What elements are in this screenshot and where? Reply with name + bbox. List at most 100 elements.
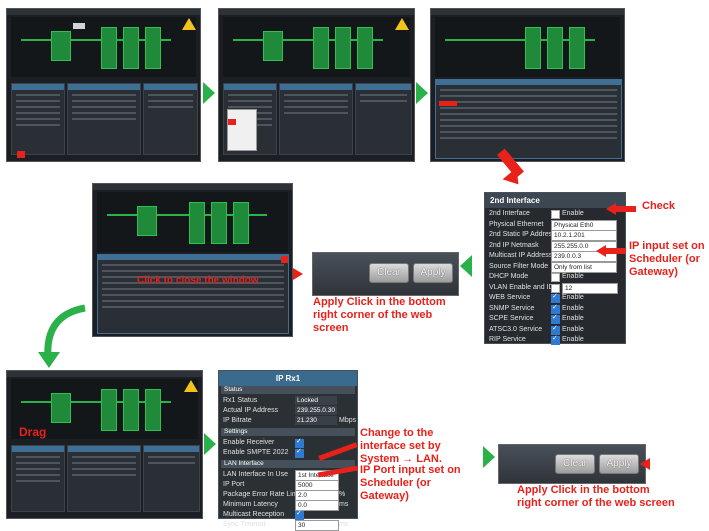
- setting-label: Minimum Latency: [223, 501, 278, 508]
- change-interface-annotation: Change to the interface set by System → …: [360, 427, 442, 465]
- setting-label: ATSC3.0 Service: [489, 325, 543, 333]
- red-arrow-icon: [293, 268, 303, 280]
- curved-arrow-icon: [38, 304, 86, 368]
- arrow-right-icon: [416, 82, 428, 104]
- section-header: Settings: [221, 428, 355, 436]
- text-field[interactable]: 30: [295, 520, 339, 531]
- unit-label: ms: [339, 521, 349, 528]
- highlight-marker: [439, 101, 457, 106]
- setting-row: RIP Service Enable: [489, 334, 621, 346]
- setting-label: WEB Service: [489, 294, 531, 301]
- clear-button[interactable]: Clear: [555, 454, 595, 474]
- enable-checkbox[interactable]: [551, 210, 560, 219]
- arrow-right-icon: [204, 433, 216, 455]
- setting-label: SCPE Service: [489, 315, 534, 322]
- status-value: 239.255.0.30: [295, 406, 337, 415]
- arrow-right-icon: [203, 82, 215, 104]
- enable-checkbox[interactable]: [551, 273, 560, 282]
- ip-port-annotation: IP Port input set on Scheduler (or Gatew…: [360, 464, 461, 502]
- red-arrow-icon: [640, 458, 650, 470]
- setting-label: DHCP Mode: [489, 273, 529, 280]
- setting-label: Source Filter Mode: [489, 262, 549, 270]
- setting-label: Enable SMPTE 2022: [223, 449, 289, 456]
- setting-row: Physical Ethernet Physical Eth0: [489, 219, 621, 231]
- setting-label: Package Error Rate Limit: [223, 491, 302, 498]
- setting-label: SNMP Service: [489, 304, 535, 312]
- setting-label: Actual IP Address: [223, 407, 279, 414]
- arrow-left-icon: [460, 255, 472, 277]
- unit-label: %: [339, 491, 346, 498]
- setting-label: 2nd Interface: [489, 210, 530, 217]
- second-interface-panel: 2nd Interface 2nd Interface Enable Physica…: [484, 192, 626, 346]
- enable-label: Enable: [562, 273, 584, 280]
- status-value: Locked: [295, 396, 337, 405]
- web-button-strip: Clear Apply: [312, 252, 459, 296]
- setting-label: 2nd Static IP Address: [489, 231, 556, 238]
- vlan-id-field[interactable]: 12: [562, 282, 618, 294]
- apply-button[interactable]: Apply: [599, 454, 639, 474]
- enable-checkbox[interactable]: [295, 447, 304, 458]
- panel-title: IP Rx1: [219, 371, 357, 386]
- click-close-annotation: Click to close the window: [137, 275, 259, 286]
- setting-label: Sync Timeout: [223, 521, 266, 528]
- enable-checkbox[interactable]: [551, 334, 560, 345]
- setting-label: Multicast Reception: [223, 511, 285, 518]
- setting-row: 2nd Static IP Address 10.2.1.201: [489, 230, 621, 241]
- highlight-marker: [17, 151, 25, 158]
- apply-button[interactable]: Apply: [413, 263, 453, 283]
- setting-label: IP Bitrate: [223, 417, 252, 424]
- apply-click-annotation: Apply Click in the bottom right corner o…: [517, 484, 675, 509]
- enable-label: Enable: [562, 315, 584, 322]
- enable-label: Enable: [562, 325, 584, 333]
- highlight-marker: [228, 119, 236, 125]
- setting-label: VLAN Enable and ID: [489, 283, 554, 291]
- enable-label: Enable: [562, 210, 584, 217]
- setting-label: Enable Receiver: [223, 439, 275, 446]
- screenshot-thumbnail-2: [218, 8, 415, 162]
- ip-input-annotation: IP input set on Scheduler (or Gateway): [629, 240, 705, 278]
- arrow-right-icon: [483, 446, 495, 468]
- setting-label: Physical Ethernet: [489, 220, 544, 228]
- setting-row: Sync Timeout 30 ms: [223, 520, 353, 531]
- apply-click-annotation: Apply Click in the bottom right corner o…: [313, 296, 446, 334]
- setting-row: IP Bitrate 21.230 Mbps: [223, 416, 357, 427]
- warning-icon: [395, 18, 409, 30]
- unit-label: Mbps: [339, 417, 357, 424]
- panel-title: 2nd Interface: [485, 193, 625, 208]
- setting-row: 2nd Interface Enable: [489, 209, 621, 220]
- enable-checkbox[interactable]: [295, 509, 304, 520]
- unit-label: ms: [339, 501, 349, 508]
- setting-row: Source Filter Mode Only from list: [489, 261, 621, 273]
- status-value: 21.230: [295, 416, 337, 425]
- screenshot-thumbnail-5: Drag: [6, 370, 203, 519]
- red-arrow-icon: [606, 203, 616, 215]
- select-field[interactable]: Physical Eth0: [551, 219, 617, 231]
- red-arrow-icon: [596, 245, 606, 257]
- setting-label: Rx1 Status: [223, 397, 258, 404]
- setting-label: RIP Service: [489, 336, 526, 343]
- screenshot-thumbnail-1: [6, 8, 201, 162]
- warning-icon: [182, 18, 196, 30]
- ip-rx-panel: IP Rx1 Status Rx1 Status Locked Actual IP A…: [218, 370, 358, 531]
- screenshot-thumbnail-4: Click to close the window: [92, 183, 293, 337]
- section-header: Status: [221, 386, 355, 394]
- close-icon[interactable]: [281, 256, 288, 263]
- section-header: LAN Interface: [221, 460, 355, 468]
- setting-label: Multicast IP Address: [489, 252, 553, 259]
- dropdown-menu: [227, 109, 257, 151]
- web-button-strip: Clear Apply: [498, 444, 646, 484]
- setting-label: LAN Interface In Use: [223, 471, 288, 478]
- enable-label: Enable: [562, 294, 584, 301]
- enable-label: Enable: [562, 304, 584, 312]
- check-annotation: Check: [642, 200, 676, 212]
- screenshot-thumbnail-3: [430, 8, 625, 162]
- setting-row: DHCP Mode Enable: [489, 272, 621, 283]
- clear-button[interactable]: Clear: [369, 263, 409, 283]
- text-field[interactable]: 10.2.1.201: [551, 230, 617, 241]
- enable-label: Enable: [562, 336, 584, 343]
- select-field[interactable]: Only from list: [551, 261, 617, 273]
- drag-annotation: Drag: [19, 425, 47, 439]
- setting-label: 2nd IP Netmask: [489, 241, 539, 249]
- setting-label: IP Port: [223, 481, 245, 488]
- warning-icon: [184, 380, 198, 392]
